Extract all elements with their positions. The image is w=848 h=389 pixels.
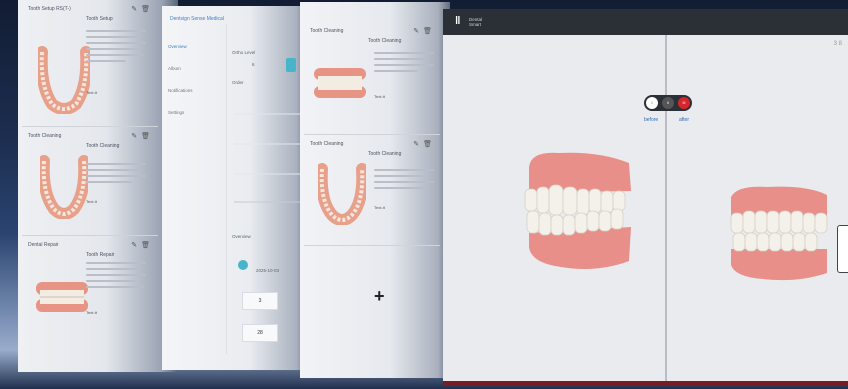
page-indicator: 3 8 <box>833 41 842 47</box>
toggle-option-2[interactable]: II <box>662 97 674 109</box>
more-link[interactable]: Text-tt <box>374 94 385 99</box>
before-label: before <box>644 117 659 123</box>
card-actions[interactable]: ✎🗑 <box>413 140 436 148</box>
field-label: Ortho Level <box>232 50 256 55</box>
confirm-button[interactable] <box>286 58 296 72</box>
field-value[interactable]: 6 <box>252 62 255 67</box>
card-title: Tooth Cleaning <box>310 28 344 34</box>
before-after-viewer: ‖ Dental Smart 3 8 I II III before after <box>443 9 848 385</box>
card-actions[interactable]: ✎🗑 <box>131 241 154 249</box>
more-link[interactable]: Text-tt <box>86 90 97 95</box>
stat-value: 2025-10-03 <box>256 268 280 273</box>
sidebar-item-album[interactable]: Album <box>168 66 181 71</box>
card-title: Tooth Cleaning <box>28 133 62 139</box>
card-subtitle: Tooth Cleaning <box>368 151 402 157</box>
card-actions[interactable]: ✎🗑 <box>131 132 154 140</box>
sidebar-item-overview[interactable]: Overview <box>168 44 187 49</box>
card-subtitle: Tooth Repair <box>86 252 115 258</box>
side-control-handle[interactable] <box>837 225 848 273</box>
dental-arch-image <box>40 155 88 219</box>
more-link[interactable]: Text-tt <box>86 310 97 315</box>
treatment-card[interactable]: Dental Repair Tooth Repair ✎🗑 Text-tt <box>22 236 158 356</box>
more-link[interactable]: Text-tt <box>86 199 97 204</box>
app-header: Dentsign Sense Medical <box>170 16 224 22</box>
toggle-option-3[interactable]: III <box>678 97 690 109</box>
more-link[interactable]: Text-tt <box>374 205 385 210</box>
card-subtitle: Tooth Cleaning <box>368 38 402 44</box>
card-subtitle: Tooth Cleaning <box>86 143 120 149</box>
dental-model-image <box>36 282 88 312</box>
dental-arch-image <box>318 163 366 225</box>
treatment-list-panel: Tooth Setup RS(T-) Tooth Setup ✎🗑 Text-t… <box>18 0 178 372</box>
bottom-accent-bar <box>443 381 848 385</box>
viewer-topbar: ‖ Dental Smart <box>443 9 848 35</box>
toggle-option-1[interactable]: I <box>646 97 658 109</box>
treatment-card[interactable]: Tooth Cleaning Tooth Cleaning ✎🗑 Text-tt <box>304 135 440 246</box>
dental-arch-image <box>38 46 90 114</box>
dashboard-panel: Dentsign Sense Medical Overview Album No… <box>162 6 308 370</box>
treatment-list-panel-2: Tooth Cleaning Tooth Cleaning ✎🗑 Text-tt… <box>300 2 450 378</box>
sidebar-item-notifications[interactable]: Notifications <box>168 88 193 93</box>
card-subtitle: Tooth Setup <box>86 16 113 22</box>
view-toggle[interactable]: I II III <box>644 95 692 111</box>
card-title: Tooth Cleaning <box>310 141 344 147</box>
count-box: 3 <box>242 292 278 310</box>
split-divider[interactable] <box>665 35 667 385</box>
after-teeth-model <box>730 186 828 281</box>
brand-name: Dental Smart <box>469 17 483 27</box>
dental-model-image <box>314 68 366 98</box>
brand-logo-icon: ‖ <box>455 15 461 27</box>
treatment-card[interactable]: Tooth Setup RS(T-) Tooth Setup ✎🗑 Text-t… <box>22 0 158 127</box>
count-box: 28 <box>242 324 278 342</box>
before-teeth-model <box>524 152 631 269</box>
card-actions[interactable]: ✎🗑 <box>131 5 154 13</box>
treatment-card[interactable]: Tooth Cleaning Tooth Cleaning ✎🗑 Text-tt <box>22 127 158 236</box>
add-button[interactable]: + <box>374 286 385 307</box>
summary-label: Overview <box>232 234 251 239</box>
order-label: Order <box>232 80 244 85</box>
calendar-icon <box>238 260 248 270</box>
after-label: after <box>679 117 690 123</box>
treatment-card[interactable]: Tooth Cleaning Tooth Cleaning ✎🗑 Text-tt <box>304 22 440 135</box>
card-title: Dental Repair <box>28 242 59 248</box>
card-actions[interactable]: ✎🗑 <box>413 27 436 35</box>
sidebar-item-settings[interactable]: Settings <box>168 110 184 115</box>
order-chart <box>234 113 300 203</box>
card-title: Tooth Setup RS(T-) <box>28 6 71 12</box>
